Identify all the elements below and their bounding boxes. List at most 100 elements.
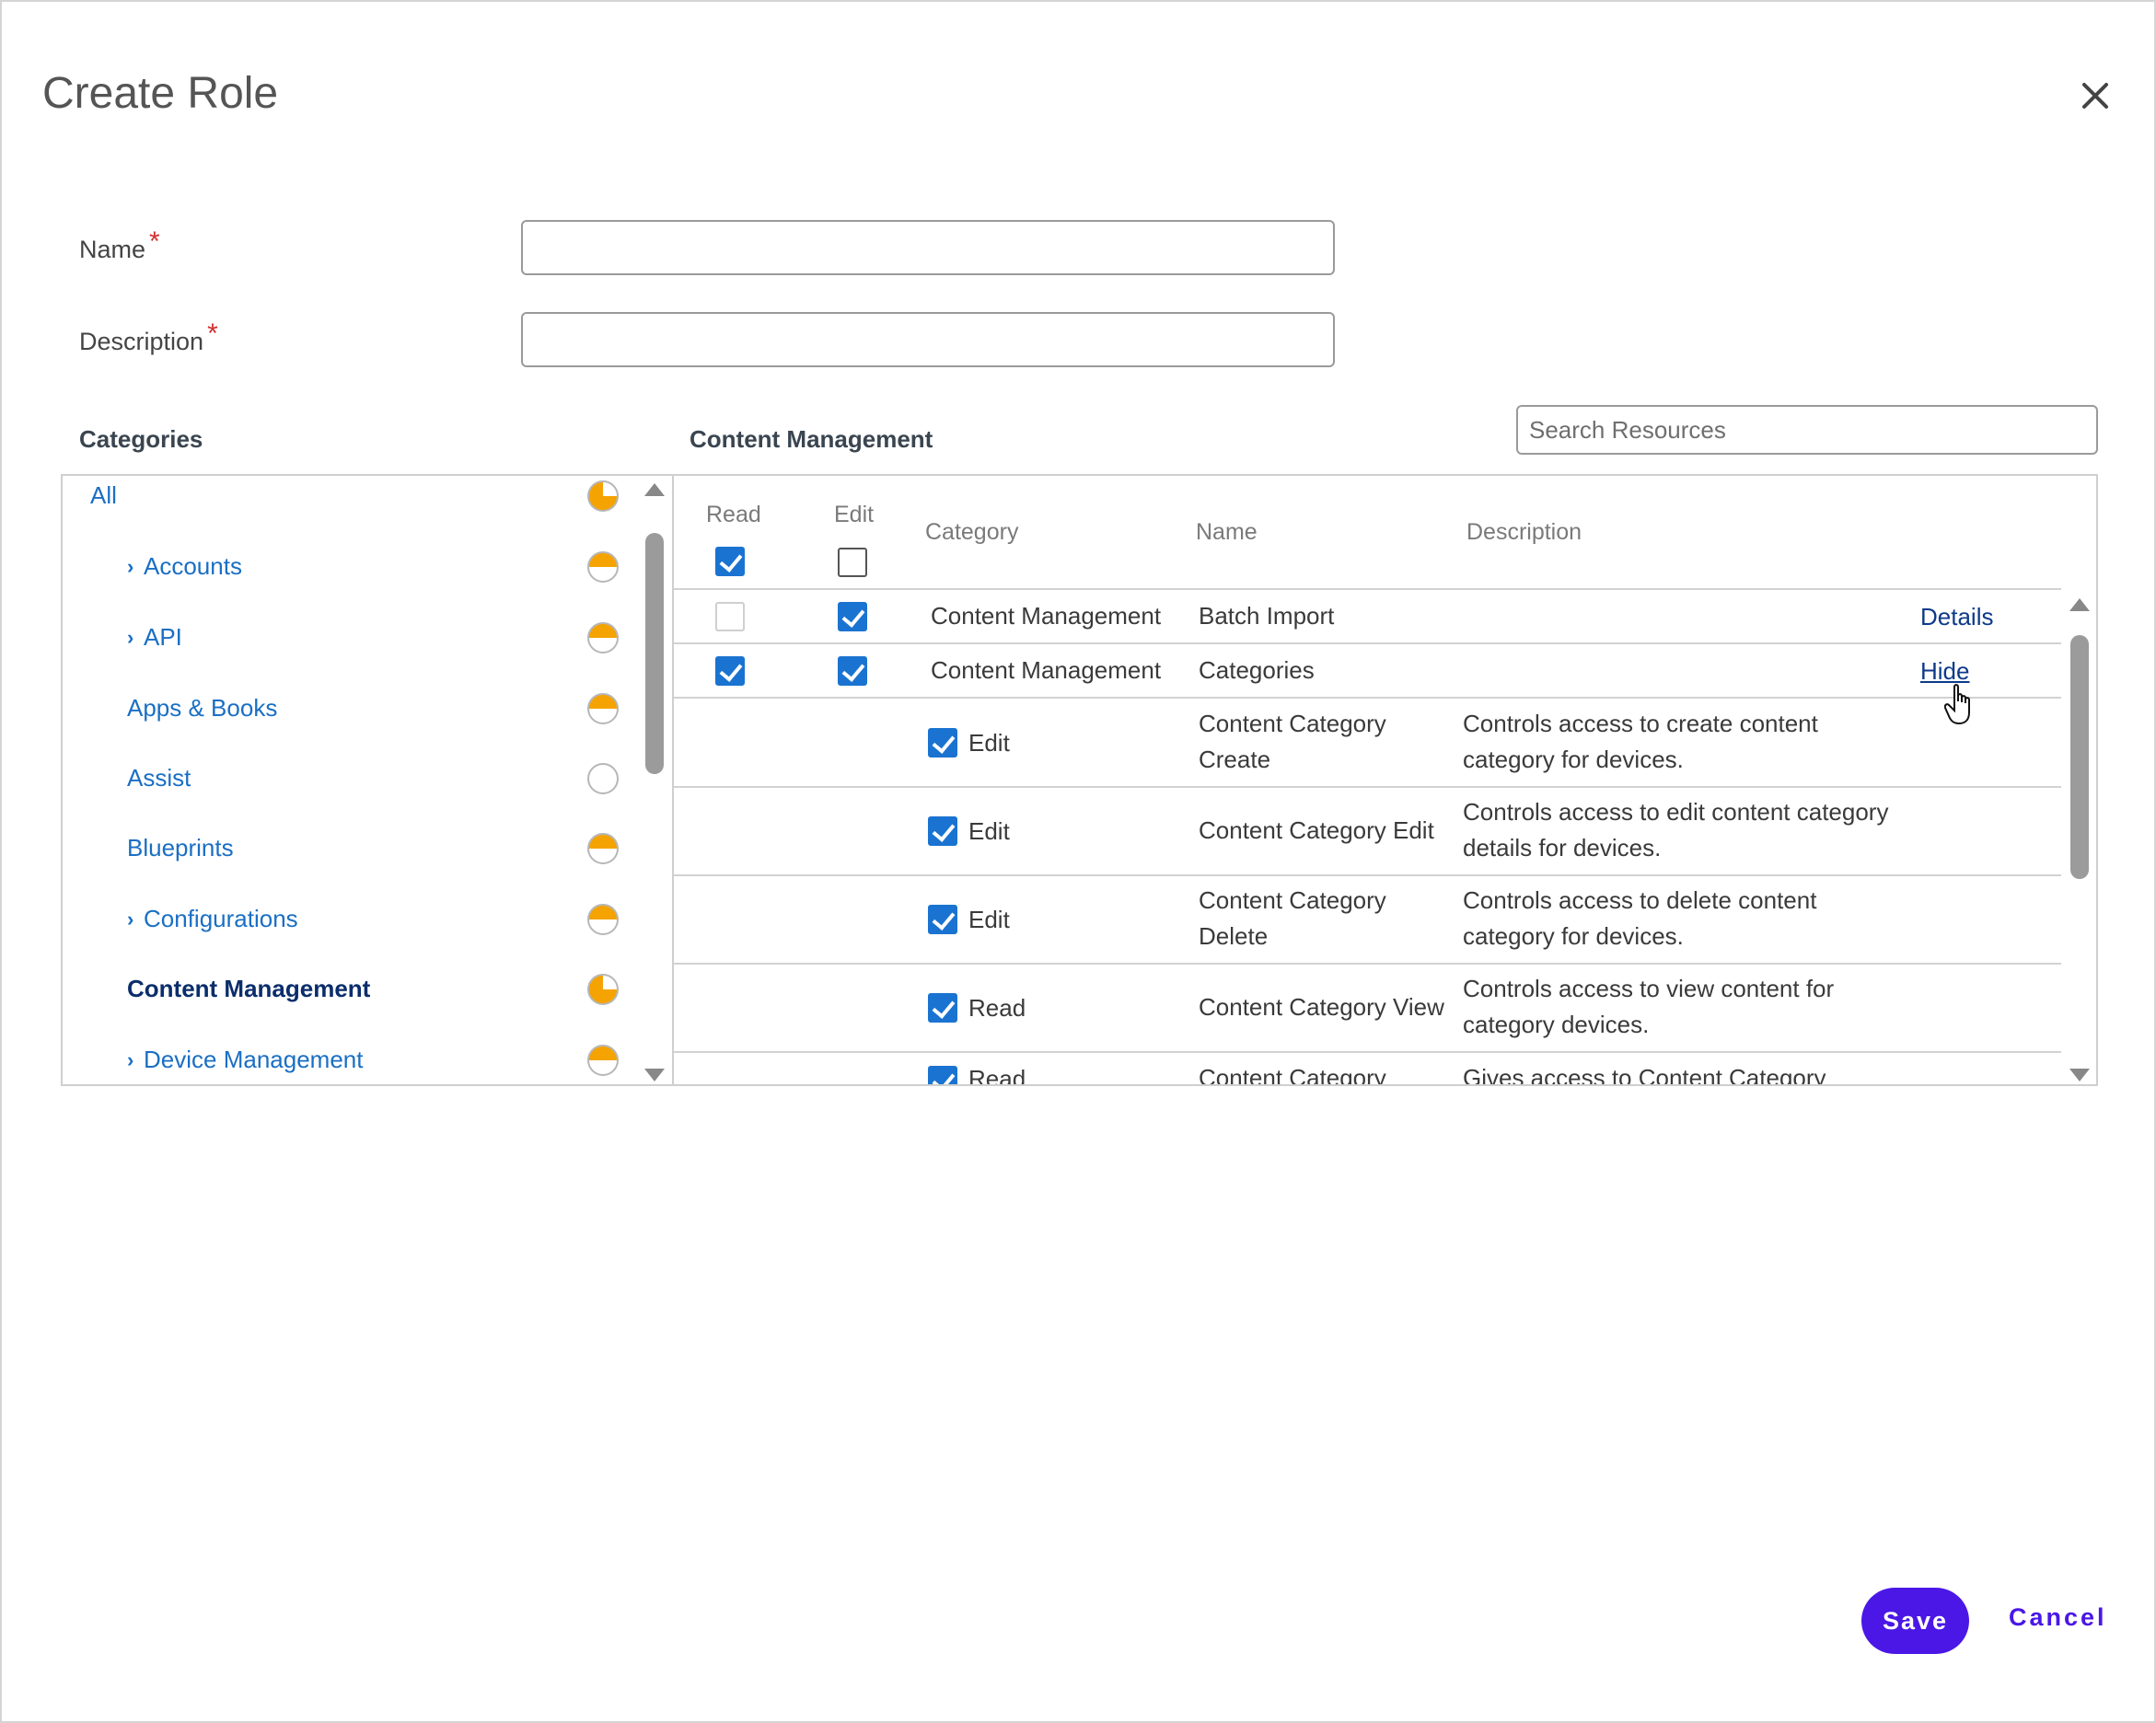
category-label: Accounts xyxy=(144,552,242,580)
column-header-description: Description xyxy=(1466,519,1582,545)
status-pie-icon xyxy=(587,551,619,583)
category-label: Content Management xyxy=(127,975,371,1002)
permission-label: Edit xyxy=(968,729,1010,757)
row-category: Content Management xyxy=(931,656,1162,684)
chevron-right-icon: › xyxy=(127,625,134,649)
category-item-assist[interactable]: Assist xyxy=(127,764,191,792)
category-label: Assist xyxy=(127,764,191,792)
sub-row-description-line2: category for devices. xyxy=(1463,922,1684,950)
row-divider xyxy=(674,1051,2061,1053)
row-name: Categories xyxy=(1199,656,1315,684)
row-category: Content Management xyxy=(931,602,1162,630)
category-item-all[interactable]: All xyxy=(90,481,117,510)
name-label-text: Name xyxy=(79,236,146,263)
scroll-down-icon[interactable] xyxy=(644,1069,665,1081)
sub-row-description-line1: Controls access to delete content xyxy=(1463,886,1817,914)
permission-label: Edit xyxy=(968,906,1010,933)
status-pie-icon xyxy=(587,904,619,935)
sub-row-description-line2: details for devices. xyxy=(1463,834,1662,862)
sub-row-name-line1: Content Category View xyxy=(1199,993,1444,1021)
status-pie-icon xyxy=(587,480,619,512)
category-label: Device Management xyxy=(144,1046,364,1073)
required-mark: * xyxy=(207,318,218,349)
hide-link[interactable]: Hide xyxy=(1920,657,1969,686)
category-item-content-management[interactable]: Content Management xyxy=(127,975,370,1003)
hand-pointer-icon xyxy=(1943,683,1977,727)
sub-row-name-line1: Content Category xyxy=(1199,1064,1386,1086)
read-checkbox[interactable] xyxy=(715,656,745,686)
category-item-accounts[interactable]: › Accounts xyxy=(127,552,242,581)
row-divider xyxy=(674,588,2061,590)
status-pie-icon xyxy=(587,693,619,724)
resources-scrollbar[interactable] xyxy=(2069,598,2090,1081)
dialog-title: Create Role xyxy=(42,69,279,118)
sub-row-name-line1: Content Category xyxy=(1199,886,1386,914)
categories-heading: Categories xyxy=(79,425,203,453)
sub-row-description-line2: category for devices. xyxy=(1463,746,1684,773)
permission-checkbox[interactable] xyxy=(928,816,957,846)
sub-row-name-line2: Create xyxy=(1199,746,1271,773)
category-label: Configurations xyxy=(144,905,298,932)
category-label: All xyxy=(90,481,117,509)
select-all-edit-checkbox[interactable] xyxy=(838,548,867,577)
sub-row-name-line2: Delete xyxy=(1199,922,1269,950)
chevron-right-icon: › xyxy=(127,1047,134,1071)
category-item-apps-books[interactable]: Apps & Books xyxy=(127,694,277,723)
column-header-edit: Edit xyxy=(834,502,875,527)
edit-checkbox[interactable] xyxy=(838,602,867,631)
read-checkbox xyxy=(715,602,745,631)
resources-heading: Content Management xyxy=(690,425,933,453)
permission-label: Edit xyxy=(968,817,1010,845)
row-divider xyxy=(674,786,2061,788)
sub-row-description-line1: Controls access to view content for xyxy=(1463,975,1835,1002)
permission-checkbox[interactable] xyxy=(928,728,957,757)
sub-row-description-line1: Controls access to edit content category xyxy=(1463,798,1889,826)
row-divider xyxy=(674,697,2061,699)
permission-label: Read xyxy=(968,994,1026,1022)
close-icon[interactable] xyxy=(2075,75,2115,116)
categories-scrollbar[interactable] xyxy=(644,483,665,1081)
chevron-right-icon: › xyxy=(127,907,134,931)
status-pie-icon xyxy=(587,974,619,1005)
description-label-text: Description xyxy=(79,328,204,355)
search-resources-input[interactable] xyxy=(1516,405,2098,455)
select-all-read-checkbox[interactable] xyxy=(715,547,745,576)
resources-table: Read Edit Category Name Description Cont… xyxy=(672,474,2098,1086)
category-item-device-management[interactable]: › Device Management xyxy=(127,1046,363,1074)
sub-row-name-line1: Content Category Edit xyxy=(1199,816,1434,844)
name-label: Name * xyxy=(79,226,160,265)
sub-row-description-line2: category devices. xyxy=(1463,1011,1650,1038)
cancel-button[interactable]: Cancel xyxy=(2009,1603,2107,1632)
sub-row-description-line1: Gives access to Content Category xyxy=(1463,1064,1826,1086)
description-input[interactable] xyxy=(521,312,1335,367)
sub-row-name-line1: Content Category xyxy=(1199,710,1386,737)
category-item-blueprints[interactable]: Blueprints xyxy=(127,834,234,862)
scroll-down-icon[interactable] xyxy=(2069,1069,2090,1081)
permission-checkbox[interactable] xyxy=(928,993,957,1023)
status-pie-icon xyxy=(587,763,619,794)
category-label: Apps & Books xyxy=(127,694,278,722)
row-divider xyxy=(674,642,2061,644)
row-name: Batch Import xyxy=(1199,602,1335,630)
permission-checkbox[interactable] xyxy=(928,1066,957,1084)
row-divider xyxy=(674,963,2061,965)
categories-list: All › Accounts › API Apps & Books Assist B… xyxy=(61,474,674,1086)
permission-checkbox[interactable] xyxy=(928,905,957,934)
scrollbar-thumb[interactable] xyxy=(2070,635,2089,879)
save-button[interactable]: Save xyxy=(1861,1588,1969,1654)
category-label: API xyxy=(144,623,182,651)
scroll-up-icon[interactable] xyxy=(644,483,665,496)
column-header-name: Name xyxy=(1196,519,1258,545)
scroll-up-icon[interactable] xyxy=(2069,598,2090,611)
scrollbar-thumb[interactable] xyxy=(645,533,664,774)
category-item-api[interactable]: › API xyxy=(127,623,182,652)
description-label: Description * xyxy=(79,318,218,357)
edit-checkbox[interactable] xyxy=(838,656,867,686)
required-mark: * xyxy=(149,226,160,257)
row-divider xyxy=(674,874,2061,876)
sub-row-description-line1: Controls access to create content xyxy=(1463,710,1818,737)
column-header-category: Category xyxy=(925,519,1019,545)
category-item-configurations[interactable]: › Configurations xyxy=(127,905,298,933)
name-input[interactable] xyxy=(521,220,1335,275)
details-link[interactable]: Details xyxy=(1920,603,1993,631)
